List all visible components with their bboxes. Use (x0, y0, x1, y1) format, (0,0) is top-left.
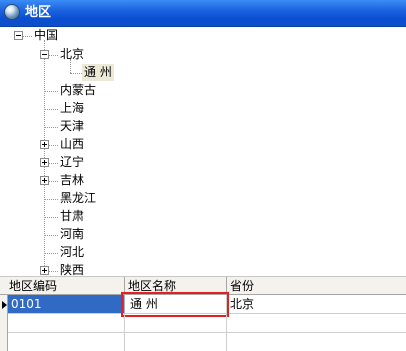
tree-line (45, 199, 58, 200)
current-row-arrow-icon (2, 301, 7, 309)
tree-node-heilongjiang[interactable]: 黑龙江 (58, 190, 98, 207)
tree-line (45, 91, 58, 92)
expand-toggle-icon[interactable] (40, 158, 49, 167)
tree-line (49, 271, 58, 272)
tree-line (49, 55, 58, 56)
title-bar: 地区 (0, 0, 406, 27)
tree-line (49, 145, 58, 146)
tree-line (45, 235, 58, 236)
tree-node-shanghai[interactable]: 上海 (58, 100, 86, 117)
tree-line (49, 181, 58, 182)
tree-node-beijing[interactable]: 北京 (58, 46, 86, 63)
tree-line (45, 109, 58, 110)
tree-line (45, 253, 58, 254)
tree-line (49, 163, 58, 164)
tree-node-tianjin[interactable]: 天津 (58, 118, 86, 135)
region-grid[interactable]: 地区编码 地区名称 省份 0101 通 州 北京 (0, 277, 406, 351)
expand-toggle-icon[interactable] (40, 176, 49, 185)
cell-region-code[interactable]: 0101 (8, 295, 125, 314)
region-tree[interactable]: 中国 北京 通 州 内蒙古 上海 天津 山西 辽宁 吉林 黑龙江 甘肃 河南 河… (0, 27, 406, 277)
tree-line (23, 36, 32, 37)
tree-node-gansu[interactable]: 甘肃 (58, 208, 86, 225)
tree-node-hebei[interactable]: 河北 (58, 244, 86, 261)
collapse-toggle-icon[interactable] (40, 50, 49, 59)
tree-node-henan[interactable]: 河南 (58, 226, 86, 243)
tree-node-china[interactable]: 中国 (32, 27, 60, 44)
collapse-toggle-icon[interactable] (14, 31, 23, 40)
tree-node-jilin[interactable]: 吉林 (58, 172, 86, 189)
tree-line (45, 217, 58, 218)
tree-line (70, 59, 71, 73)
empty-row (8, 314, 406, 333)
tree-node-shanxi[interactable]: 山西 (58, 136, 86, 153)
tree-node-neimenggu[interactable]: 内蒙古 (58, 82, 98, 99)
tree-node-tongzhou[interactable]: 通 州 (82, 64, 114, 81)
column-divider (124, 314, 125, 351)
tree-line (45, 127, 58, 128)
app-globe-icon (4, 4, 20, 20)
column-header-code[interactable]: 地区编码 (0, 277, 125, 295)
tree-node-liaoning[interactable]: 辽宁 (58, 154, 86, 171)
expand-toggle-icon[interactable] (40, 266, 49, 275)
column-divider (226, 314, 227, 351)
cell-province[interactable]: 北京 (227, 295, 406, 314)
expand-toggle-icon[interactable] (40, 140, 49, 149)
column-header-province[interactable]: 省份 (227, 277, 406, 295)
tree-line (44, 40, 45, 272)
tree-node-shaanxi[interactable]: 陕西 (58, 262, 86, 276)
window-title: 地区 (25, 5, 52, 20)
tree-line (70, 73, 82, 74)
